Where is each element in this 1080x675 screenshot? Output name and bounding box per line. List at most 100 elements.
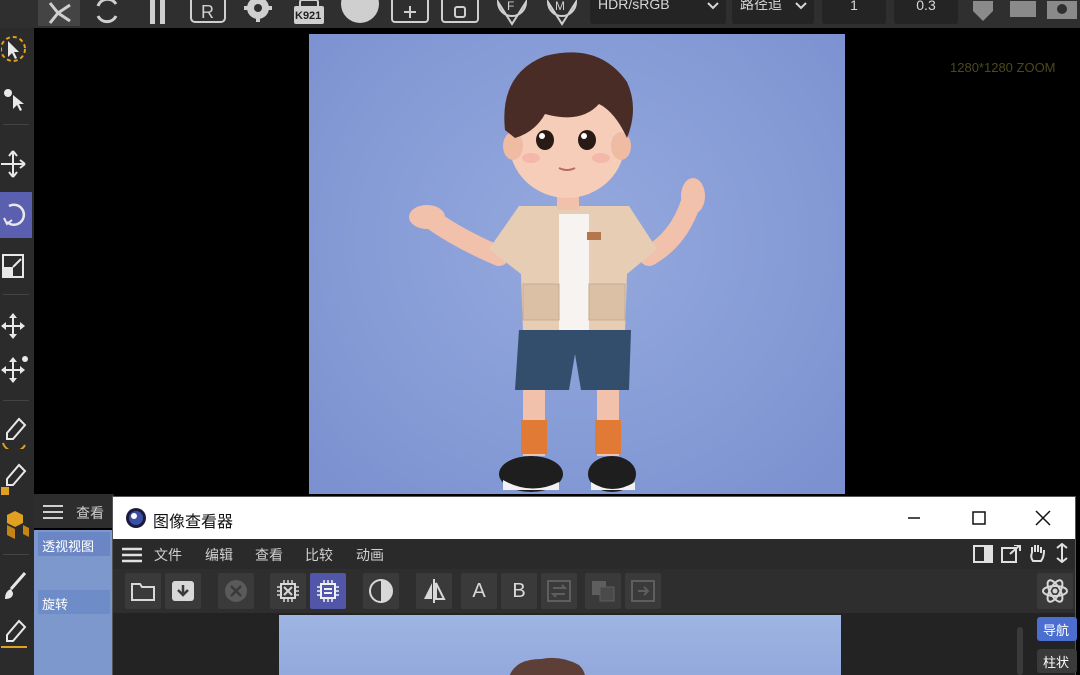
refresh-icon[interactable]: [86, 0, 128, 26]
menu-edit[interactable]: 编辑: [205, 545, 233, 565]
tab-rotate[interactable]: 旋转: [38, 590, 110, 614]
close-icon: [1035, 510, 1051, 526]
folder-icon[interactable]: [1006, 0, 1040, 26]
contrast-half-circle-icon: [369, 579, 393, 603]
rotate-icon[interactable]: [0, 192, 32, 238]
contrast-button[interactable]: [363, 573, 399, 609]
export-icon: [631, 580, 655, 602]
value-field-2[interactable]: 0.3: [894, 0, 958, 24]
character-render-illustration: [409, 52, 705, 492]
hamburger-menu-icon[interactable]: [121, 547, 143, 563]
path-mode-dropdown[interactable]: 路径追: [732, 0, 814, 24]
overlay-squares-icon: [592, 581, 615, 602]
image-viewer-window: 图像查看器 文件 编辑 查看 比较 动画 A B 导航 柱状: [112, 496, 1077, 675]
svg-text:M: M: [555, 0, 565, 13]
maximize-icon: [972, 511, 986, 525]
pen-bottom-icon[interactable]: [0, 614, 32, 654]
image-viewer-canvas[interactable]: 导航 柱状: [113, 613, 1077, 675]
image-viewer-menubar: 文件 编辑 查看 比较 动画: [113, 539, 1075, 569]
brush-icon[interactable]: [0, 566, 32, 606]
swap-ab-button[interactable]: [541, 573, 577, 609]
image-viewer-titlebar[interactable]: 图像查看器: [113, 497, 1075, 539]
scale-icon[interactable]: [0, 246, 32, 286]
value-field-2-text: 0.3: [916, 0, 936, 13]
axis-move-alt-icon[interactable]: [0, 350, 32, 390]
add-layer-icon[interactable]: [390, 0, 432, 26]
render-r-icon[interactable]: R: [188, 0, 228, 26]
menu-compare[interactable]: 比较: [305, 545, 333, 565]
value-field-1-text: 1: [850, 0, 858, 13]
compare-split-button[interactable]: [416, 573, 452, 609]
export-region-button[interactable]: [625, 573, 661, 609]
shield-icon[interactable]: [966, 0, 1000, 26]
axis-move-icon[interactable]: [0, 306, 32, 346]
panel-layout-icon[interactable]: [973, 545, 993, 563]
compare-a-label: A: [472, 579, 486, 602]
move-select-icon[interactable]: [0, 78, 32, 118]
image-viewer-title: 图像查看器: [153, 512, 234, 531]
resolution-zoom-readout: 1280*1280 ZOOM: [950, 60, 1056, 75]
overlay-button[interactable]: [585, 573, 621, 609]
pause-icon[interactable]: [140, 0, 176, 26]
render-region-button[interactable]: [270, 573, 306, 609]
tab-perspective-view[interactable]: 透视视图: [38, 532, 110, 556]
render-region-icon[interactable]: [38, 0, 80, 26]
cubes-icon[interactable]: [0, 506, 32, 546]
path-mode-value: 路径追: [740, 0, 782, 12]
download-save-icon: [172, 581, 194, 601]
hand-pan-icon[interactable]: [1027, 543, 1047, 563]
sub-layer-icon[interactable]: [440, 0, 482, 26]
menu-file[interactable]: 文件: [154, 545, 182, 565]
viewer-render-image: [279, 615, 841, 675]
cinema4d-app-icon: [126, 508, 146, 528]
settings-gear-icon[interactable]: [238, 0, 278, 26]
top-toolbar: R K921 F M HDR/sRGB 路径追 1 0.3: [0, 0, 1080, 28]
color-space-dropdown[interactable]: HDR/sRGB: [590, 0, 726, 24]
external-window-icon[interactable]: [1001, 545, 1021, 563]
svg-text:R: R: [201, 2, 214, 22]
color-space-value: HDR/sRGB: [598, 0, 670, 12]
folder-open-icon: [131, 583, 155, 601]
stop-circle-icon: [225, 580, 247, 602]
pen-tool-icon[interactable]: [0, 412, 32, 452]
left-tool-column: [0, 28, 34, 675]
render-active-button[interactable]: [310, 573, 346, 609]
atom-icon: [1042, 579, 1068, 603]
histogram-tab-button[interactable]: 柱状: [1037, 649, 1077, 673]
value-field-1[interactable]: 1: [822, 0, 886, 24]
compare-b-button[interactable]: B: [501, 573, 537, 609]
render-key-icon[interactable]: K921: [288, 0, 330, 26]
camera-icon[interactable]: [1044, 0, 1080, 26]
menu-view[interactable]: 查看: [255, 545, 283, 565]
render-key-label: K921: [295, 10, 322, 22]
pin-m-icon[interactable]: M: [542, 0, 582, 26]
attribute-panel: 查看 透视视图 旋转: [34, 494, 114, 675]
stop-button[interactable]: [218, 573, 254, 609]
open-folder-button[interactable]: [125, 573, 161, 609]
attribute-panel-title: 查看: [76, 506, 104, 522]
navigator-tab-button[interactable]: 导航: [1037, 617, 1077, 641]
resize-vertical-icon[interactable]: [1053, 543, 1071, 563]
menu-animation[interactable]: 动画: [356, 545, 384, 565]
pin-f-icon[interactable]: F: [492, 0, 532, 26]
svg-text:F: F: [507, 0, 514, 13]
pen-orange-icon[interactable]: [0, 458, 32, 498]
atom-settings-button[interactable]: [1037, 573, 1073, 609]
save-button[interactable]: [165, 573, 201, 609]
compare-split-icon: [424, 579, 446, 603]
chevron-down-icon: [795, 2, 807, 10]
sphere-icon[interactable]: [338, 0, 382, 26]
viewer-scrollbar[interactable]: [1017, 627, 1023, 675]
compare-a-button[interactable]: A: [461, 573, 497, 609]
hamburger-menu-icon[interactable]: [42, 504, 64, 520]
move-icon[interactable]: [0, 144, 32, 184]
minimize-button[interactable]: [891, 497, 937, 539]
swap-icon: [547, 580, 571, 602]
close-button[interactable]: [1020, 497, 1066, 539]
minimize-icon: [908, 517, 920, 519]
viewer-character-hair-illustration: [509, 657, 585, 675]
maximize-button[interactable]: [956, 497, 1002, 539]
image-viewer-toolbar: A B: [113, 569, 1075, 613]
chevron-down-icon: [707, 2, 719, 10]
live-select-icon[interactable]: [0, 30, 32, 70]
